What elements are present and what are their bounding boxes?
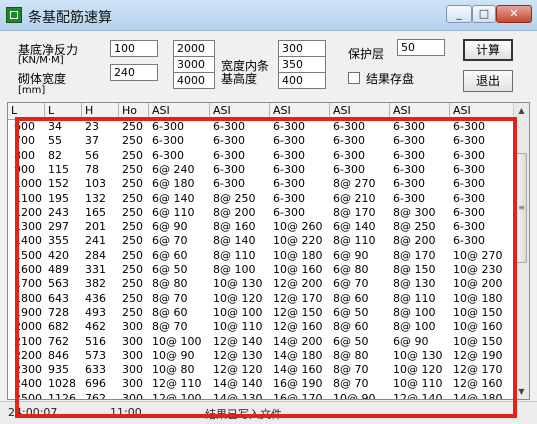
save-result-checkbox[interactable] <box>348 72 360 84</box>
width-input-3[interactable] <box>173 72 215 89</box>
save-result-label: 结果存盘 <box>366 72 415 86</box>
height-input-1[interactable] <box>278 40 326 57</box>
minimize-button[interactable]: _ <box>446 5 472 23</box>
window-title: 条基配筋速算 <box>28 10 112 26</box>
pressure-input[interactable] <box>110 40 158 57</box>
app-icon <box>6 7 22 23</box>
scroll-thumb[interactable]: ≡ <box>516 153 527 263</box>
close-button[interactable]: ✕ <box>496 5 532 23</box>
maximize-button[interactable]: □ <box>472 5 496 23</box>
scroll-up-icon[interactable]: ▲ <box>515 103 528 118</box>
height-input-2[interactable] <box>278 56 326 73</box>
wall-width-input[interactable] <box>110 64 158 81</box>
height-input-3[interactable] <box>278 72 326 89</box>
wall-width-unit: [mm] <box>18 85 46 96</box>
width-input-1[interactable] <box>173 40 215 57</box>
title-bar: 条基配筋速算 _ □ ✕ <box>0 0 537 31</box>
calculate-button[interactable]: 计算 <box>463 39 513 61</box>
width-input-2[interactable] <box>173 56 215 73</box>
highlight-frame <box>15 117 517 418</box>
width-height-label-2: 基高度 <box>221 72 258 86</box>
exit-button[interactable]: 退出 <box>463 70 513 92</box>
cover-input[interactable] <box>397 39 445 56</box>
pressure-unit: [KN/M·M] <box>18 55 64 66</box>
cover-label: 保护层 <box>348 47 385 61</box>
